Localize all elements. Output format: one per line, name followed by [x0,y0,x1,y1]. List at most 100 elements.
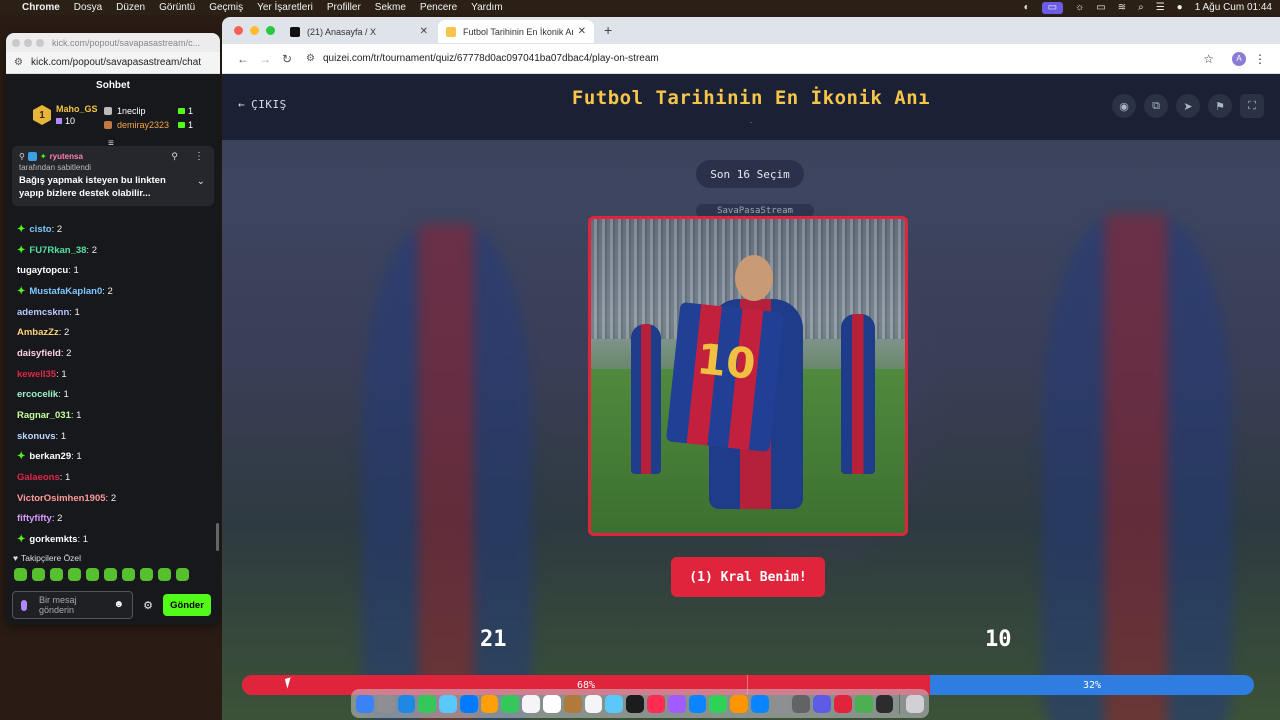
close-window-button[interactable] [12,38,20,47]
chat-username[interactable]: cisto [29,224,51,235]
site-settings-icon[interactable]: ⚙ [14,57,23,68]
dock-app-icon[interactable] [626,694,644,713]
battery-icon[interactable]: ▭ [1096,2,1105,13]
reload-icon[interactable]: ↻ [276,52,298,66]
report-flag-icon[interactable]: ⚑ [1208,94,1232,118]
chat-username[interactable]: daisyfield [17,348,61,359]
chevron-down-icon[interactable]: ⌄ [197,176,205,187]
menu-goruntu[interactable]: Görüntü [159,2,195,13]
status-app-icon[interactable]: ◐ [1024,2,1030,13]
chat-message[interactable]: kewell35: 1 [6,364,220,385]
dock-app-icon[interactable] [522,694,541,713]
wifi-icon[interactable]: ≋ [1118,2,1126,13]
dock-app-icon[interactable] [439,694,457,713]
dock-app-icon[interactable] [792,694,811,713]
chat-message[interactable]: VictorOsimhen1905: 2 [6,488,220,509]
tab-x-home[interactable]: (21) Anasayfa / X ✕ [282,20,436,43]
chat-message[interactable]: tugaytopcu: 1 [6,260,220,281]
share-icon[interactable]: ⧉ [1144,94,1168,118]
dock-app-icon[interactable] [875,694,894,713]
dock-app-icon[interactable] [833,694,852,713]
chat-message-input[interactable]: Bir mesaj gönderin ☻ [12,591,133,619]
send-button[interactable]: Gönder [163,594,211,616]
send-icon[interactable]: ➤ [1176,94,1200,118]
microphone-icon[interactable] [21,599,27,611]
menu-yardim[interactable]: Yardım [471,2,503,13]
url-field[interactable]: ⚙ quizei.com/tr/tournament/quiz/67778d0a… [306,53,659,64]
vote-button[interactable]: (1) Kral Benim! [671,557,825,597]
menu-yer-isaretleri[interactable]: Yer İşaretleri [257,2,313,13]
dock-app-icon[interactable] [418,694,437,713]
emoji-picker-icon[interactable]: ☻ [113,600,124,610]
dock-app-icon[interactable] [771,694,790,713]
chat-username[interactable]: kewell35 [17,369,56,380]
menu-sekme[interactable]: Sekme [375,2,406,13]
minimize-window-button[interactable] [24,38,32,47]
emote[interactable] [32,568,45,581]
chat-window-titlebar[interactable]: kick.com/popout/savapasastream/c... [6,33,220,52]
chat-username[interactable]: FU7Rkan_38 [29,245,86,256]
chat-message[interactable]: Ragnar_031: 1 [6,405,220,426]
back-arrow-icon[interactable]: ← [232,52,254,66]
close-tab-icon[interactable]: ✕ [420,26,428,37]
chat-username[interactable]: gorkemkts [29,534,77,545]
dock-app-icon[interactable] [397,694,416,713]
chat-message[interactable]: ercocelik: 1 [6,385,220,406]
chat-username[interactable]: skonuvs [17,431,56,442]
leaderboard-row[interactable]: demiray2323 1 [104,118,193,132]
chat-message[interactable]: ✦ cisto: 2 [6,219,220,240]
emote[interactable] [104,568,117,581]
dock-app-icon[interactable] [356,694,374,713]
dock-app-icon[interactable] [543,694,561,713]
fullscreen-icon[interactable]: ⛶ [1240,94,1264,118]
dock-app-icon[interactable] [688,694,707,713]
emote[interactable] [122,568,135,581]
menu-duzen[interactable]: Düzen [116,2,145,13]
chat-username[interactable]: AmbazZz [17,327,59,338]
chat-message[interactable]: ✦ MustafaKaplan0: 2 [6,281,220,302]
emote[interactable] [140,568,153,581]
menu-gecmis[interactable]: Geçmiş [209,2,243,13]
chat-message[interactable]: Galaeons: 1 [6,467,220,488]
chat-message[interactable]: skonuvs: 1 [6,426,220,447]
dock-app-icon[interactable] [605,694,624,713]
dock-app-icon[interactable] [750,694,769,713]
close-tab-icon[interactable]: ✕ [578,26,586,37]
zoom-window-button[interactable] [266,26,275,35]
chat-message[interactable]: ✦ berkan29: 1 [6,447,220,468]
siri-icon[interactable]: ● [1177,2,1183,13]
emote[interactable] [86,568,99,581]
chat-username[interactable]: berkan29 [29,451,71,462]
emote[interactable] [50,568,63,581]
dock-app-icon[interactable] [854,694,873,713]
menu-app-chrome[interactable]: Chrome [22,2,60,13]
chat-username[interactable]: fiftyfifty [17,513,52,524]
pinned-user[interactable]: ryutensa [50,152,83,161]
emote[interactable] [68,568,81,581]
menu-dosya[interactable]: Dosya [74,2,102,13]
emote[interactable] [158,568,171,581]
close-window-button[interactable] [234,26,243,35]
site-settings-icon[interactable]: ⚙ [306,53,315,64]
chat-username[interactable]: ercocelik [17,389,58,400]
chat-username[interactable]: Galaeons [17,472,60,483]
chat-username[interactable]: VictorOsimhen1905 [17,493,106,504]
menu-profiller[interactable]: Profiller [327,2,361,13]
chat-message[interactable]: daisyfield: 2 [6,343,220,364]
menubar-clock[interactable]: 1 Ağu Cum 01:44 [1195,2,1272,13]
chat-username[interactable]: ademcsknn [17,307,69,318]
minimize-window-button[interactable] [250,26,259,35]
menu-pencere[interactable]: Pencere [420,2,457,13]
chat-message[interactable]: ✦ FU7Rkan_38: 2 [6,240,220,261]
control-center-icon[interactable]: ☰ [1156,2,1165,13]
dock-app-icon[interactable] [376,694,395,713]
emote[interactable] [176,568,189,581]
new-tab-plus-icon[interactable]: + [604,22,612,38]
chat-username[interactable]: MustafaKaplan0 [29,286,102,297]
emote[interactable] [14,568,27,581]
dock-app-icon[interactable] [646,694,665,713]
forward-arrow-icon[interactable]: → [254,52,276,66]
chat-message[interactable]: ✦ gorkemkts: 1 [6,529,220,549]
screen-share-icon[interactable]: ▭ [1041,1,1064,14]
dock-app-icon[interactable] [667,694,686,713]
